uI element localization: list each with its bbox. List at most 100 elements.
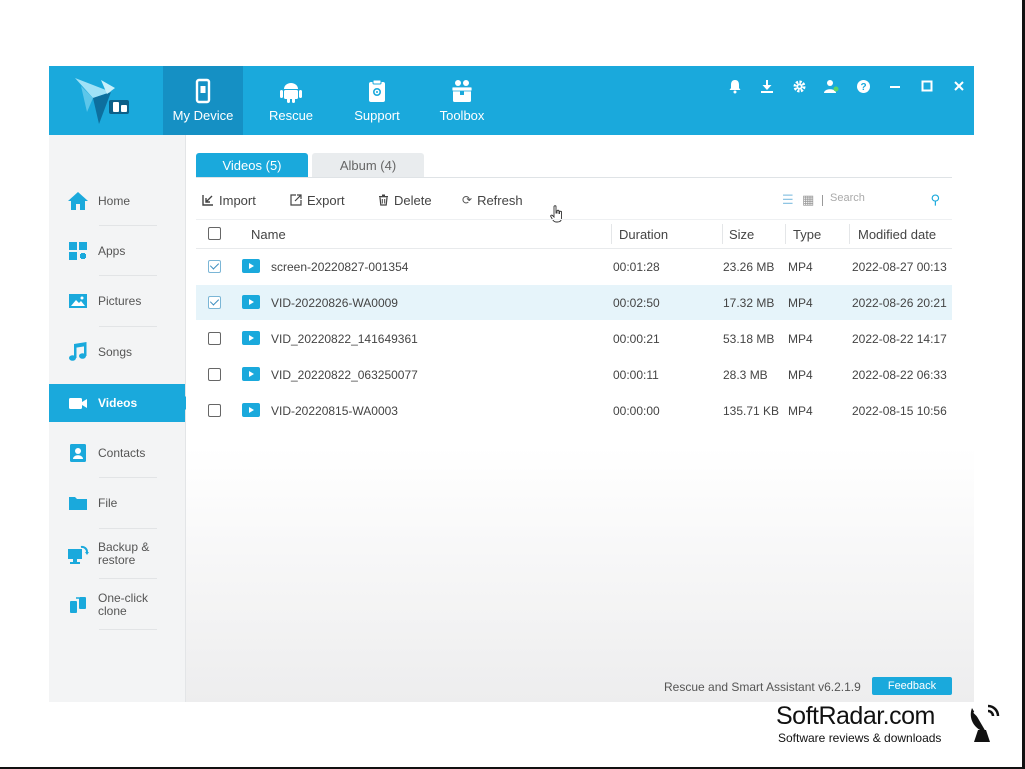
import-label: Import [219, 192, 256, 208]
header-duration[interactable]: Duration [619, 227, 668, 242]
cell-type: MP4 [788, 260, 813, 274]
cell-duration: 00:00:21 [613, 332, 660, 346]
sidebar: Home Apps Pictures Songs Videos Contacts… [49, 135, 192, 702]
sidebar-item-file[interactable]: File [49, 484, 185, 522]
cell-size: 135.71 KB [723, 404, 780, 418]
download-icon[interactable] [758, 77, 776, 95]
help-icon[interactable]: ? [854, 77, 872, 95]
cell-size: 17.32 MB [723, 296, 775, 310]
sidebar-item-apps[interactable]: Apps [49, 232, 185, 270]
android-icon [280, 83, 302, 103]
nav-support[interactable]: Support [339, 66, 415, 135]
close-icon[interactable] [950, 77, 968, 95]
nav-rescue[interactable]: Rescue [254, 66, 328, 135]
nav-toolbox[interactable]: Toolbox [427, 66, 497, 135]
music-icon [69, 342, 87, 361]
nav-my-device[interactable]: My Device [163, 66, 243, 135]
row-checkbox[interactable] [208, 368, 221, 381]
backup-label-line2: restore [98, 553, 136, 567]
row-checkbox[interactable] [208, 404, 221, 417]
video-file-icon [242, 295, 260, 309]
refresh-button[interactable]: ⟳ Refresh [462, 191, 523, 209]
sidebar-divider [99, 528, 157, 529]
header-name[interactable]: Name [251, 227, 286, 242]
sidebar-item-backup-restore[interactable]: Backup & restore [49, 535, 185, 573]
video-camera-icon [69, 398, 87, 409]
row-checkbox[interactable] [208, 332, 221, 345]
sidebar-item-videos[interactable]: Videos [49, 384, 192, 422]
search-separator [822, 195, 823, 206]
user-icon[interactable] [822, 77, 840, 95]
list-view-icon[interactable]: ☰ [782, 192, 794, 208]
folder-icon [69, 497, 87, 510]
cell-name: VID_20220822_063250077 [271, 368, 418, 382]
table-row[interactable]: VID_20220822_063250077 00:00:11 28.3 MB … [196, 357, 952, 392]
watermark-subtitle: Software reviews & downloads [778, 731, 942, 745]
sidebar-item-label: File [98, 496, 118, 510]
sidebar-item-label: Contacts [98, 446, 146, 460]
softradar-watermark: SoftRadar.com Software reviews & downloa… [776, 702, 1016, 752]
cell-size: 28.3 MB [723, 368, 768, 382]
header-modified[interactable]: Modified date [858, 227, 936, 242]
tab-album[interactable]: Album (4) [312, 153, 424, 177]
sidebar-item-pictures[interactable]: Pictures [49, 282, 185, 320]
search-area: ☰ ▦ Search ⚲ [778, 191, 948, 209]
video-file-icon [242, 259, 260, 273]
top-bar: My Device Rescue Support Toolbox ? [49, 66, 974, 135]
clone-label-line2: clone [98, 604, 127, 618]
minimize-icon[interactable] [886, 77, 904, 95]
sidebar-divider [99, 275, 157, 276]
import-button[interactable]: Import [202, 191, 256, 209]
version-text: Rescue and Smart Assistant v6.2.1.9 [664, 680, 861, 694]
cell-size: 23.26 MB [723, 260, 775, 274]
table-row[interactable]: VID-20220826-WA0009 00:02:50 17.32 MB MP… [196, 285, 952, 320]
cell-duration: 00:00:00 [613, 404, 660, 418]
svg-text:?: ? [860, 82, 866, 93]
toolbox-icon [451, 80, 473, 102]
sidebar-divider [99, 225, 157, 226]
nav-my-device-label: My Device [172, 108, 234, 123]
sidebar-item-songs[interactable]: Songs [49, 333, 185, 371]
tab-underline [196, 177, 952, 178]
row-checkbox[interactable] [208, 296, 221, 309]
sidebar-item-label: One-click clone [98, 592, 148, 618]
grid-view-icon[interactable]: ▦ [802, 192, 814, 208]
feedback-button[interactable]: Feedback [872, 677, 952, 695]
header-type[interactable]: Type [793, 227, 821, 242]
pictures-icon [69, 294, 87, 308]
support-icon [369, 79, 385, 102]
select-all-checkbox[interactable] [208, 227, 221, 240]
tab-videos[interactable]: Videos (5) [196, 153, 308, 177]
cell-type: MP4 [788, 296, 813, 310]
sidebar-item-label: Songs [98, 345, 133, 359]
header-size[interactable]: Size [729, 227, 754, 242]
table-row[interactable]: screen-20220827-001354 00:01:28 23.26 MB… [196, 249, 952, 284]
maximize-icon[interactable] [918, 77, 936, 95]
cell-name: screen-20220827-001354 [271, 260, 409, 274]
gear-icon[interactable] [790, 77, 808, 95]
cell-type: MP4 [788, 368, 813, 382]
sidebar-item-contacts[interactable]: Contacts [49, 434, 185, 472]
row-checkbox[interactable] [208, 260, 221, 273]
sidebar-divider [99, 578, 157, 579]
cell-duration: 00:01:28 [613, 260, 660, 274]
bell-icon[interactable] [726, 77, 744, 95]
table-row[interactable]: VID-20220815-WA0003 00:00:00 135.71 KB M… [196, 393, 952, 428]
video-file-icon [242, 367, 260, 381]
sidebar-item-home[interactable]: Home [49, 182, 185, 220]
main-content: Videos (5) Album (4) Import Export Delet… [186, 135, 974, 702]
cell-type: MP4 [788, 332, 813, 346]
search-icon[interactable]: ⚲ [930, 192, 940, 208]
nav-toolbox-label: Toolbox [439, 108, 485, 123]
export-button[interactable]: Export [290, 191, 345, 209]
app-logo [75, 78, 129, 124]
delete-label: Delete [394, 192, 432, 208]
phone-icon [195, 78, 211, 104]
sidebar-item-one-click-clone[interactable]: One-click clone [49, 586, 185, 624]
delete-button[interactable]: Delete [378, 191, 432, 209]
column-separator [722, 224, 723, 244]
table-row[interactable]: VID_20220822_141649361 00:00:21 53.18 MB… [196, 321, 952, 356]
search-input[interactable]: Search [830, 192, 865, 204]
sidebar-item-label: Backup & restore [98, 541, 149, 567]
home-icon [68, 192, 88, 210]
